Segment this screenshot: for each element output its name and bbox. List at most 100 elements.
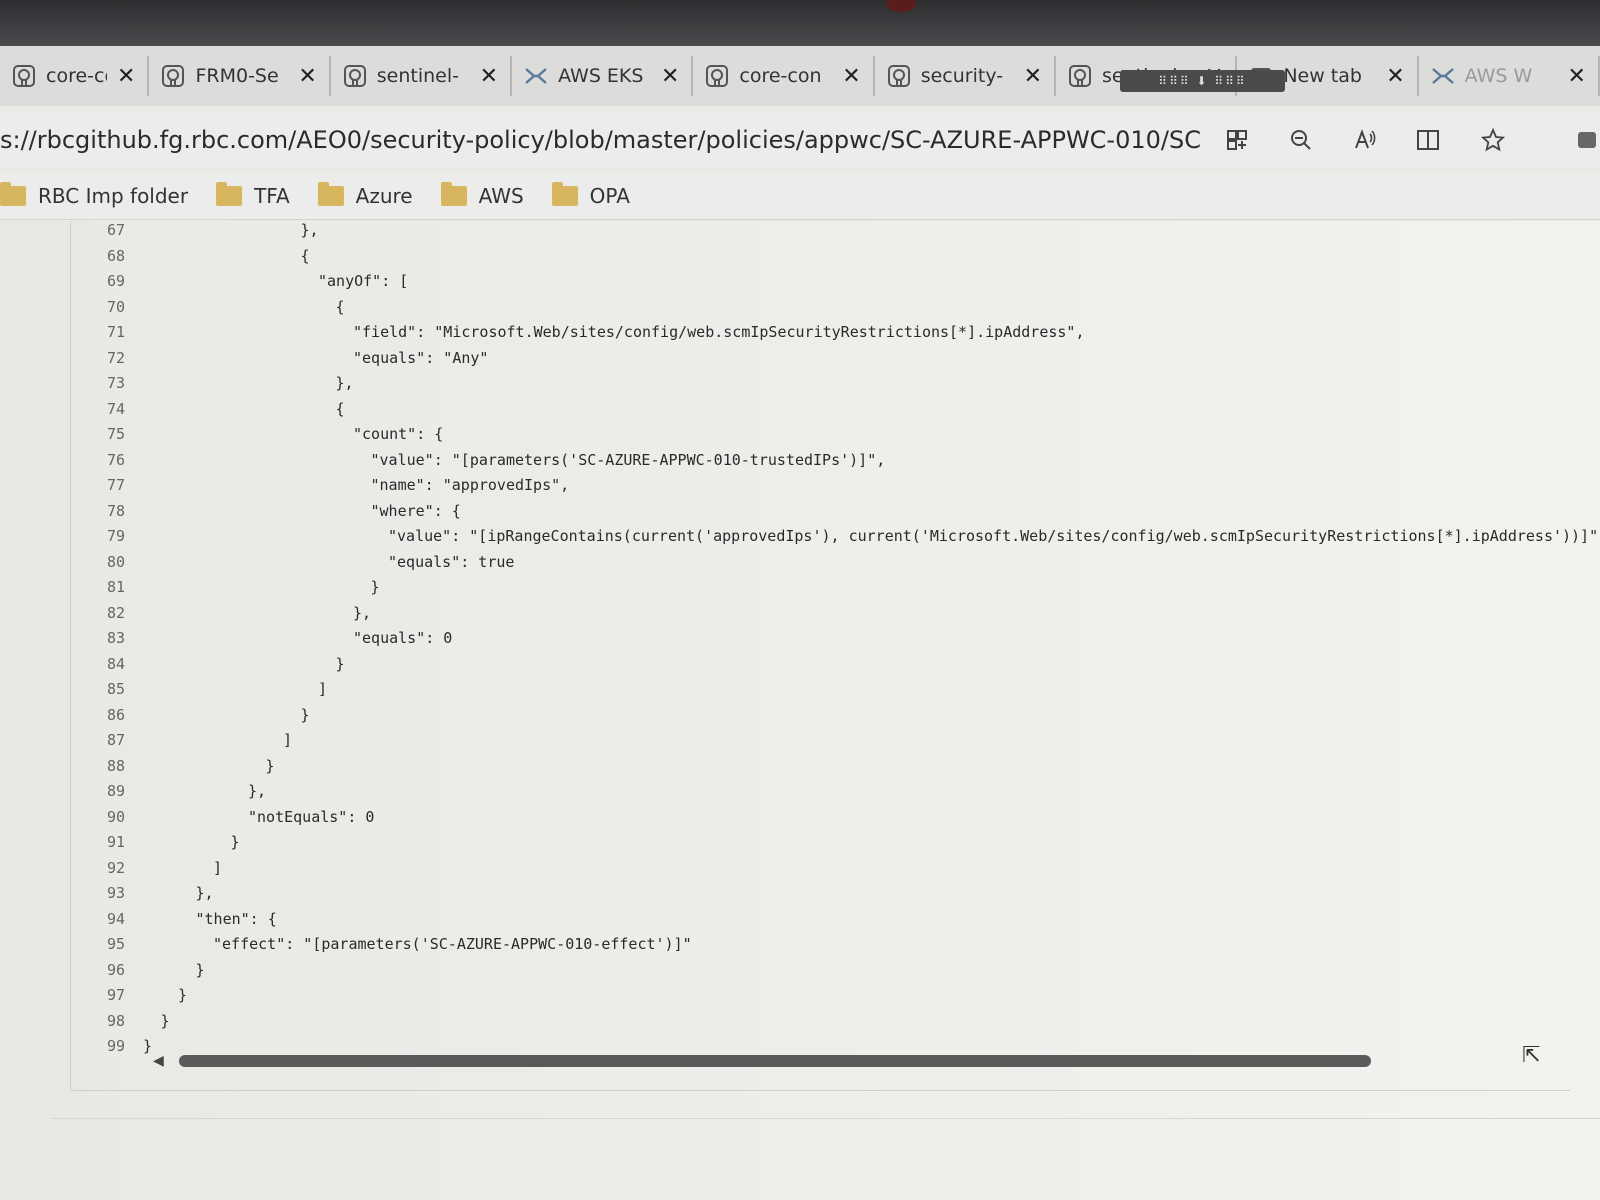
code-line: 76 "value": "[parameters('SC-AZURE-APPWC-… (71, 447, 885, 473)
extensions-icon[interactable] (1574, 127, 1600, 153)
code-line: 99} (71, 1033, 152, 1059)
close-icon[interactable]: ✕ (480, 64, 498, 89)
bookmark-label: RBC Imp folder (38, 183, 189, 208)
line-number: 87 (106, 731, 125, 749)
line-number: 96 (106, 960, 125, 979)
line-number: 89 (106, 782, 125, 800)
bookmark-folder[interactable]: TFA (216, 181, 290, 208)
bookmark-folder[interactable]: RBC Imp folder (0, 181, 189, 208)
tab-2[interactable]: FRM0-Se ✕ (149, 56, 331, 96)
close-icon[interactable]: ✕ (298, 64, 316, 89)
code-line: 93}, (71, 880, 214, 906)
tab-6[interactable]: security- ✕ (875, 56, 1057, 96)
code-text: }, (335, 374, 354, 392)
code-text: "equals": true (388, 552, 515, 571)
code-line: 78 "where": { (71, 498, 461, 524)
close-icon[interactable]: ✕ (117, 64, 135, 89)
tab-5[interactable]: core-con ✕ (693, 56, 875, 96)
tab-4[interactable]: AWS EKS ✕ (512, 56, 694, 96)
mouse-cursor-icon: ⇱ (1522, 1043, 1541, 1068)
code-viewer-page: ◀ ▶ 67}, 68 {69 "anyOf": [70 {71 "field": "Mi… (0, 221, 1600, 1200)
code-line: 77 "name": "approvedIps", (71, 472, 569, 498)
line-number: 93 (106, 884, 125, 902)
code-text: "value": "[parameters('SC-AZURE-APPWC-01… (370, 450, 886, 469)
reading-view-icon[interactable] (1416, 127, 1442, 153)
line-number: 74 (106, 399, 125, 418)
tab-drag-handle[interactable]: ⠿⠿⠿ ⬇ ⠿⠿⠿ (1120, 70, 1285, 92)
folder-icon (551, 181, 578, 206)
code-line: 90 "notEquals": 0 (71, 804, 375, 830)
aws-icon (524, 64, 548, 88)
code-text: "anyOf": [ (318, 272, 409, 290)
line-number: 69 (106, 272, 125, 290)
read-aloud-icon[interactable] (1352, 127, 1378, 153)
code-line: 97} (71, 982, 187, 1008)
line-number: 73 (106, 374, 125, 392)
tab-label: New tab (1283, 65, 1362, 87)
tab-label: core-con (46, 65, 107, 87)
code-text: } (265, 756, 275, 775)
folder-icon (317, 181, 344, 206)
line-number: 91 (106, 833, 125, 851)
bookmark-label: TFA (254, 183, 290, 208)
code-text: } (300, 705, 310, 724)
close-icon[interactable]: ✕ (842, 64, 860, 89)
folder-icon (0, 181, 26, 206)
code-text: } (160, 1011, 170, 1030)
close-icon[interactable]: ✕ (1386, 64, 1404, 89)
close-icon[interactable]: ✕ (1024, 64, 1042, 89)
github-icon (705, 64, 729, 88)
code-line: 67}, (71, 217, 319, 243)
code-text: } (335, 654, 345, 673)
code-line: 87] (71, 727, 292, 753)
line-number: 97 (106, 986, 125, 1004)
github-icon (161, 64, 185, 88)
code-text: }, (300, 221, 319, 239)
code-line: 82}, (71, 600, 371, 626)
horizontal-scrollbar[interactable]: ◀ ▶ (153, 1051, 1600, 1069)
zoom-out-icon[interactable] (1288, 127, 1314, 153)
code-line: 69 "anyOf": [ (71, 268, 408, 294)
tab-label: core-con (739, 65, 822, 87)
code-line: 92] (71, 855, 222, 881)
line-number: 81 (106, 578, 125, 596)
aws-icon (1431, 64, 1455, 88)
scroll-thumb[interactable] (179, 1055, 1371, 1067)
code-text: ] (283, 731, 293, 749)
code-text: "where": { (370, 501, 461, 520)
code-text: } (230, 833, 240, 851)
github-icon (12, 64, 36, 88)
code-line: 88} (71, 753, 275, 779)
code-line: 81} (71, 574, 380, 600)
tab-label: FRM0-Se (195, 65, 279, 87)
code-text: "name": "approvedIps", (370, 476, 570, 494)
line-number: 77 (106, 476, 125, 494)
tab-9[interactable]: AWS W ✕ (1419, 56, 1600, 96)
github-icon (887, 64, 911, 88)
code-line: 85] (71, 676, 327, 702)
close-icon[interactable]: ✕ (661, 64, 679, 89)
bookmark-folder[interactable]: Azure (317, 181, 413, 208)
bookmarks-bar: RBC Imp folder TFA Azure AWS OPA (0, 172, 1600, 220)
scroll-left-icon[interactable]: ◀ (153, 1053, 164, 1069)
app-grid-icon[interactable] (1224, 127, 1250, 153)
line-number: 86 (106, 705, 125, 724)
tab-label: security- (920, 65, 1004, 87)
folder-icon (216, 181, 243, 206)
folder-icon (440, 181, 467, 206)
bookmark-folder[interactable]: AWS (440, 181, 524, 208)
toolbar-icons (1224, 127, 1600, 153)
code-line: 74 { (71, 396, 345, 422)
code-text: } (195, 960, 205, 979)
tab-3[interactable]: sentinel- ✕ (331, 56, 513, 96)
tab-1[interactable]: core-con ✕ (0, 56, 150, 96)
line-number: 78 (106, 501, 125, 520)
line-number: 67 (106, 221, 125, 239)
close-icon[interactable]: ✕ (1568, 64, 1586, 89)
line-number: 84 (106, 654, 125, 673)
url-field[interactable]: s://rbcgithub.fg.rbc.com/AEO0/security-p… (0, 126, 1202, 154)
code-line: 96} (71, 957, 205, 983)
line-number: 75 (106, 425, 125, 443)
bookmark-folder[interactable]: OPA (551, 181, 630, 208)
favorite-star-icon[interactable] (1480, 127, 1506, 153)
